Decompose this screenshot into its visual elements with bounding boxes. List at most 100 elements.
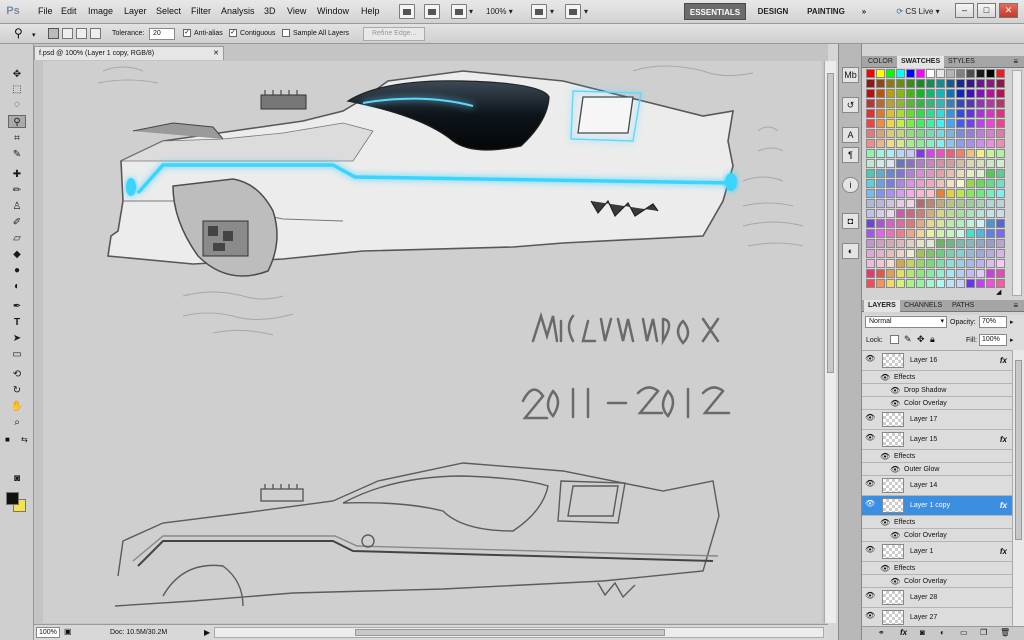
color-swatch[interactable] [886, 259, 895, 268]
scrollbar-thumb[interactable] [1015, 360, 1022, 540]
color-swatch[interactable] [946, 119, 955, 128]
menu-3d[interactable]: 3D [264, 6, 276, 16]
chevron-right-icon[interactable]: ▸ [1010, 336, 1014, 344]
color-swatch[interactable] [906, 119, 915, 128]
color-swatch[interactable] [916, 119, 925, 128]
color-swatch[interactable] [886, 229, 895, 238]
blur-tool-icon[interactable]: ● [8, 264, 26, 277]
color-swatch[interactable] [866, 129, 875, 138]
color-swatch[interactable] [916, 189, 925, 198]
visibility-eye-icon[interactable]: 👁︎ [880, 374, 890, 382]
color-swatch[interactable] [956, 149, 965, 158]
color-swatch[interactable] [886, 139, 895, 148]
color-swatch[interactable] [866, 249, 875, 258]
color-swatch[interactable] [946, 219, 955, 228]
color-swatch[interactable] [896, 189, 905, 198]
color-swatch[interactable] [936, 209, 945, 218]
layer-effects-badge[interactable]: fx [1000, 356, 1007, 365]
tab-channels[interactable]: CHANNELS [900, 300, 946, 312]
color-swatch[interactable] [876, 239, 885, 248]
color-swatch[interactable] [936, 249, 945, 258]
color-swatch[interactable] [876, 219, 885, 228]
color-swatch[interactable] [916, 219, 925, 228]
color-swatch[interactable] [976, 259, 985, 268]
color-swatch[interactable] [876, 169, 885, 178]
menu-select[interactable]: Select [156, 6, 181, 16]
effects-row[interactable]: 👁︎ Effects [862, 516, 1012, 529]
character-panel-icon[interactable]: A [842, 127, 859, 143]
effect-row[interactable]: 👁︎ Color Overlay [862, 529, 1012, 542]
color-swatch[interactable] [946, 79, 955, 88]
color-swatch[interactable] [876, 279, 885, 288]
color-swatch[interactable] [926, 269, 935, 278]
color-swatch[interactable] [866, 189, 875, 198]
color-swatch[interactable] [906, 189, 915, 198]
color-swatch[interactable] [976, 269, 985, 278]
color-swatch[interactable] [866, 99, 875, 108]
color-swatch[interactable] [966, 79, 975, 88]
color-swatch[interactable] [986, 239, 995, 248]
color-swatch[interactable] [986, 149, 995, 158]
mini-bridge-icon[interactable]: Mb [842, 67, 859, 83]
color-swatch[interactable] [976, 169, 985, 178]
color-swatch[interactable] [976, 89, 985, 98]
more-workspaces-button[interactable]: » [858, 3, 870, 20]
color-swatch[interactable] [996, 179, 1005, 188]
adjustments-panel-icon[interactable]: ◘ [842, 213, 859, 229]
subtract-selection-icon[interactable] [76, 28, 87, 39]
color-swatch[interactable] [916, 239, 925, 248]
color-swatch[interactable] [996, 99, 1005, 108]
color-swatch[interactable] [906, 89, 915, 98]
color-swatch[interactable] [896, 119, 905, 128]
color-swatch[interactable] [936, 239, 945, 248]
effect-row[interactable]: 👁︎ Color Overlay [862, 575, 1012, 588]
color-swatch[interactable] [976, 189, 985, 198]
color-swatch[interactable] [996, 79, 1005, 88]
color-swatch[interactable] [866, 229, 875, 238]
color-swatch[interactable] [886, 169, 895, 178]
color-swatch[interactable] [956, 259, 965, 268]
color-swatch[interactable] [946, 89, 955, 98]
color-swatch[interactable] [876, 99, 885, 108]
3d-rotate-icon[interactable]: ⟲ [8, 368, 26, 381]
color-swatch[interactable] [866, 179, 875, 188]
color-swatch[interactable] [906, 99, 915, 108]
color-swatch[interactable] [996, 259, 1005, 268]
color-swatch[interactable] [916, 229, 925, 238]
color-swatch[interactable] [876, 189, 885, 198]
visibility-eye-icon[interactable]: 👁︎ [865, 355, 875, 363]
color-swatch[interactable] [906, 149, 915, 158]
color-swatch[interactable] [906, 269, 915, 278]
color-swatch[interactable] [996, 219, 1005, 228]
color-swatch[interactable] [996, 89, 1005, 98]
visibility-eye-icon[interactable]: 👁︎ [865, 612, 875, 620]
color-swatch[interactable] [946, 209, 955, 218]
tab-color[interactable]: COLOR [864, 56, 897, 68]
color-swatch[interactable] [906, 109, 915, 118]
color-swatch[interactable] [966, 99, 975, 108]
color-swatch[interactable] [976, 219, 985, 228]
delete-layer-icon[interactable]: 🗑︎ [1000, 628, 1010, 637]
color-swatch[interactable] [976, 149, 985, 158]
info-panel-icon[interactable]: i [842, 177, 859, 193]
crop-tool-icon[interactable]: ⌗ [8, 132, 26, 145]
color-swatch[interactable] [936, 169, 945, 178]
zoom-tool-icon[interactable]: ⌕ [8, 416, 26, 429]
color-swatch[interactable] [926, 199, 935, 208]
layer-row[interactable]: 👁︎ Layer 14 [862, 476, 1012, 496]
magic-wand-icon[interactable]: ⚲ [8, 115, 26, 128]
panel-menu-icon[interactable]: ≡ [1013, 301, 1018, 310]
chevron-down-icon[interactable]: ▾ [469, 7, 473, 16]
color-swatch[interactable] [946, 69, 955, 78]
color-swatch[interactable] [996, 159, 1005, 168]
workspace-essentials[interactable]: ESSENTIALS [684, 3, 746, 20]
color-swatch[interactable] [886, 119, 895, 128]
mini-bridge-icon[interactable] [424, 4, 440, 19]
color-swatch[interactable] [946, 269, 955, 278]
visibility-eye-icon[interactable]: 👁︎ [865, 414, 875, 422]
color-swatch[interactable] [966, 179, 975, 188]
color-swatch[interactable] [866, 279, 875, 288]
color-swatch[interactable] [896, 279, 905, 288]
visibility-eye-icon[interactable]: 👁︎ [890, 466, 900, 474]
layer-row[interactable]: 👁︎ Layer 27 [862, 608, 1012, 626]
